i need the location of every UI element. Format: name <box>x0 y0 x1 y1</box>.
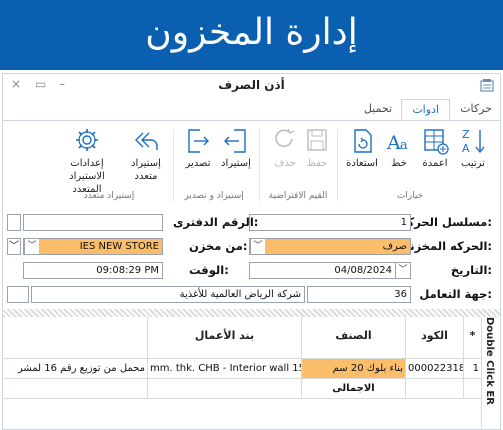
chevron-down-icon[interactable]: ﹀ <box>395 263 410 278</box>
restore-button[interactable]: استعادة <box>342 127 382 170</box>
ribbon-toolbar: Z A ترتيب اعمدة A a خط استعادة خيارات حف… <box>3 120 500 208</box>
total-row-cell <box>3 379 148 399</box>
chevron-down-icon[interactable]: ﹀ <box>24 239 39 254</box>
columns-button[interactable]: اعمدة <box>418 127 452 170</box>
movement-label: الحركه المخزنيه: <box>398 239 492 253</box>
store-label: من مخزن: <box>189 239 248 253</box>
svg-text:a: a <box>400 138 408 153</box>
group-label-multi-import: إستيراد متعدد <box>83 191 135 201</box>
reply-all-icon <box>135 132 158 150</box>
total-label: الاجمالى <box>302 379 406 399</box>
banner-title: إدارة المخزون <box>145 12 358 53</box>
export-button[interactable]: تصدير <box>182 127 214 170</box>
title-bar: × ▭ – أذن الصرف <box>3 74 500 98</box>
group-separator <box>173 129 174 201</box>
col-header-work-item[interactable]: بند الأعمال <box>148 317 302 359</box>
import-button[interactable]: إستيراد <box>220 127 252 170</box>
ribbon-tabs: حركات ادوات تحميل <box>3 99 500 121</box>
row-code[interactable]: 0000223187 <box>406 359 464 379</box>
issue-voucher-window: × ▭ – أذن الصرف حركات ادوات تحميل Z A تر… <box>2 73 501 430</box>
total-row-cell <box>406 379 464 399</box>
refresh-icon <box>275 128 295 148</box>
row-item[interactable]: بناء بلوك 20 سم <box>302 359 406 379</box>
movement-select[interactable]: صرف ﹀ <box>249 238 411 255</box>
book-no-label: الرقم الدفترى: <box>173 215 259 229</box>
tab-movements[interactable]: حركات <box>460 102 492 115</box>
tab-load[interactable]: تحميل <box>364 102 392 115</box>
row-note[interactable]: محمل من توزيع رقم 16 لمشر <box>3 359 148 379</box>
chevron-down-icon[interactable]: ﹀ <box>7 238 21 255</box>
svg-text:A: A <box>462 142 470 155</box>
row-work-item[interactable]: mm. thk. CHB - Interior wall 150 <box>148 359 302 379</box>
chevron-down-icon[interactable]: ﹀ <box>250 239 265 254</box>
row-index[interactable]: 1 <box>464 359 482 379</box>
time-label: الوقت: <box>189 263 229 277</box>
total-row-cell <box>148 379 302 399</box>
app-icon <box>480 79 494 92</box>
multi-import-button[interactable]: إستيراد متعدد <box>124 127 168 183</box>
sort-button[interactable]: Z A ترتيب <box>456 127 490 170</box>
multi-import-settings-button[interactable]: إعدادات الاستيراد المتعدد <box>54 127 120 196</box>
group-label-options: خيارات <box>396 191 424 201</box>
group-label-import-export: إستيراد و تصدير <box>184 191 244 201</box>
voucher-header-form: مسلسل الحركه: 1 الحركه المخزنيه: صرف ﹀ ا… <box>3 207 500 307</box>
splitter[interactable] <box>3 309 500 317</box>
restore-icon <box>354 129 372 153</box>
col-header-code[interactable]: الكود <box>406 317 464 359</box>
serial-label: مسلسل الحركه: <box>400 215 492 229</box>
window-title: أذن الصرف <box>218 78 285 92</box>
party-name-field[interactable]: شركة الرياض العالمية للأغذية <box>31 286 305 303</box>
serial-field[interactable]: 1 <box>249 214 411 231</box>
party-lookup-button[interactable] <box>7 286 29 303</box>
app-banner: إدارة المخزون <box>0 0 503 70</box>
font-icon: A a <box>386 132 408 154</box>
col-header-item[interactable]: الصنف <box>302 317 406 359</box>
save-icon <box>307 129 327 151</box>
gear-icon <box>76 129 98 151</box>
date-picker[interactable]: 04/08/2024 ﹀ <box>249 262 411 279</box>
items-grid: Double Click ER * الكود الصنف بند الأعما… <box>3 317 500 429</box>
tab-tools[interactable]: ادوات <box>401 99 450 121</box>
col-header-note[interactable] <box>3 317 148 359</box>
font-button[interactable]: A a خط <box>384 127 414 170</box>
party-label: جهة التعامل: <box>419 287 492 301</box>
total-row-cell <box>464 379 482 399</box>
left-edge-field <box>7 214 21 231</box>
import-icon <box>224 129 246 153</box>
store-select[interactable]: IES NEW STORE ﹀ <box>23 238 163 255</box>
time-field[interactable]: 09:08:29 PM <box>23 262 163 279</box>
book-no-field[interactable] <box>23 214 163 231</box>
save-button[interactable]: حفظ <box>302 127 332 170</box>
grid-side-hint: Double Click ER <box>481 317 500 429</box>
columns-icon <box>424 129 449 155</box>
group-separator <box>259 129 260 201</box>
col-header-star[interactable]: * <box>464 317 482 359</box>
sort-icon: Z A <box>462 128 485 155</box>
svg-text:Z: Z <box>462 128 470 141</box>
export-icon <box>188 129 209 153</box>
date-label: التاريخ: <box>450 263 492 277</box>
party-code-field[interactable]: 36 <box>307 286 411 303</box>
svg-text:A: A <box>386 132 401 154</box>
delete-button[interactable]: حذف <box>270 127 300 170</box>
group-label-defaults: القيم الافتراضية <box>268 191 328 201</box>
